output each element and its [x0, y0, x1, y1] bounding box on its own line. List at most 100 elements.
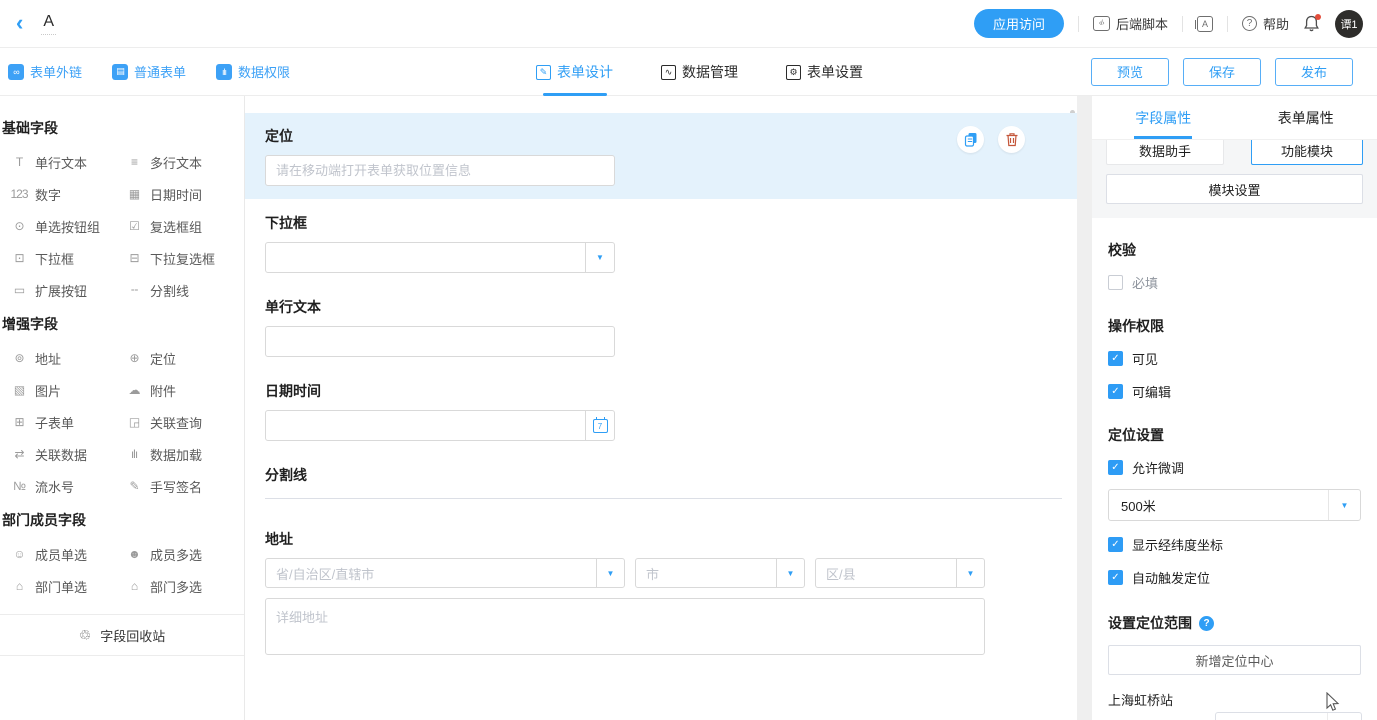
field-type-item[interactable]: № 流水号: [10, 470, 125, 502]
field-grid: ⊚ 地址 ⊕ 定位 ▧ 图片: [0, 342, 244, 502]
checkbox-icon[interactable]: [1108, 537, 1123, 552]
feature-icon: ∞: [8, 64, 24, 80]
field-label: 定位: [265, 126, 1057, 146]
field-type-item[interactable]: ☻ 成员多选: [125, 538, 240, 570]
field-type-item[interactable]: ⊟ 下拉复选框: [125, 242, 240, 274]
checkbox-icon[interactable]: [1108, 384, 1123, 399]
field-type-item[interactable]: ╌ 分割线: [125, 274, 240, 306]
range-select[interactable]: 500米 ▼: [1108, 489, 1361, 521]
action-button[interactable]: 预览: [1091, 58, 1169, 86]
address-detail-textarea[interactable]: [265, 598, 985, 655]
district-placeholder: 区/县: [816, 559, 956, 587]
field-type-item[interactable]: ⇄ 关联数据: [10, 438, 125, 470]
field-type-item[interactable]: ⌂ 部门单选: [10, 570, 125, 602]
function-module-button[interactable]: 功能模块: [1251, 140, 1363, 165]
section-title: 基础字段: [0, 110, 244, 146]
field-label: 地址: [265, 529, 1057, 549]
show-coords-checkbox-row[interactable]: 显示经纬度坐标: [1108, 535, 1361, 554]
field-recycle-bin[interactable]: ♲ 字段回收站: [0, 614, 244, 656]
district-select[interactable]: 区/县 ▼: [815, 558, 985, 588]
canvas-field-text[interactable]: 单行文本: [245, 287, 1077, 371]
panel-tab[interactable]: 字段属性: [1092, 96, 1235, 139]
field-type-item[interactable]: ▧ 图片: [10, 374, 125, 406]
field-type-item[interactable]: ⊡ 下拉框: [10, 242, 125, 274]
field-type-item[interactable]: ☁ 附件: [125, 374, 240, 406]
back-button[interactable]: ‹: [16, 13, 23, 33]
field-label: 分割线: [265, 465, 1057, 485]
field-type-item[interactable]: ▦ 日期时间: [125, 178, 240, 210]
app-access-button[interactable]: 应用访问: [974, 9, 1064, 38]
checkbox-icon[interactable]: [1108, 351, 1123, 366]
action-button[interactable]: 保存: [1183, 58, 1261, 86]
field-type-item[interactable]: T 单行文本: [10, 146, 125, 178]
copy-icon: [964, 132, 978, 147]
backend-script-button[interactable]: ‹/› 后端脚本: [1093, 14, 1168, 33]
address-book-icon[interactable]: A: [1197, 16, 1213, 32]
chevron-down-icon: ▼: [1328, 490, 1360, 520]
field-type-icon: ≡: [125, 155, 143, 169]
form-tab[interactable]: ∿ 数据管理: [661, 48, 738, 96]
canvas-field-select[interactable]: 下拉框 ▼: [245, 203, 1077, 287]
field-type-item[interactable]: ☑ 复选框组: [125, 210, 240, 242]
location-input[interactable]: [265, 155, 615, 186]
field-type-item[interactable]: ☺ 成员单选: [10, 538, 125, 570]
code-icon: ‹/›: [1093, 16, 1110, 31]
checkbox-icon[interactable]: [1108, 570, 1123, 585]
checkbox-icon[interactable]: [1108, 275, 1123, 290]
action-button[interactable]: 发布: [1275, 58, 1353, 86]
field-type-item[interactable]: ≡ 多行文本: [125, 146, 240, 178]
add-location-center-button[interactable]: 新增定位中心: [1108, 645, 1361, 675]
delete-field-button[interactable]: [998, 126, 1025, 153]
sidebar-section: 部门成员字段 ☺ 成员单选 ☻ 成员多选: [0, 502, 244, 602]
text-input[interactable]: [265, 326, 615, 357]
field-type-icon: ⊡: [10, 251, 28, 265]
avatar[interactable]: 谭1: [1335, 10, 1363, 38]
feature-link[interactable]: ∞ 表单外链: [8, 62, 82, 81]
data-assistant-button[interactable]: 数据助手: [1106, 140, 1224, 165]
divider: [1182, 16, 1183, 32]
canvas-field-address[interactable]: 地址 省/自治区/直辖市 ▼ 市 ▼ 区/县 ▼: [245, 519, 1077, 672]
copy-field-button[interactable]: [957, 126, 984, 153]
field-type-icon: ⊟: [125, 251, 143, 265]
visible-checkbox-row[interactable]: 可见: [1108, 349, 1361, 368]
canvas-field-location[interactable]: 定位: [245, 113, 1077, 199]
help-icon[interactable]: ?: [1199, 616, 1214, 631]
field-label: 下拉框: [265, 213, 1057, 233]
field-type-item[interactable]: ⌂ 部门多选: [125, 570, 240, 602]
sidebar-section: 增强字段 ⊚ 地址 ⊕ 定位: [0, 306, 244, 502]
feature-link[interactable]: ılı 数据权限: [216, 62, 290, 81]
module-settings-button[interactable]: 模块设置: [1106, 174, 1363, 204]
field-type-item[interactable]: ⊕ 定位: [125, 342, 240, 374]
datetime-picker[interactable]: 7: [265, 410, 615, 441]
feature-link[interactable]: ▤ 普通表单: [112, 62, 186, 81]
panel-tab[interactable]: 表单属性: [1235, 96, 1377, 139]
city-select[interactable]: 市 ▼: [635, 558, 805, 588]
help-button[interactable]: ? 帮助: [1242, 14, 1289, 33]
form-tab[interactable]: ⚙ 表单设置: [786, 48, 863, 96]
field-type-item[interactable]: ⊞ 子表单: [10, 406, 125, 438]
field-type-item[interactable]: ⊙ 单选按钮组: [10, 210, 125, 242]
auto-trigger-checkbox-row[interactable]: 自动触发定位: [1108, 568, 1361, 587]
province-select[interactable]: 省/自治区/直辖市 ▼: [265, 558, 625, 588]
field-type-icon: ▦: [125, 187, 143, 201]
field-type-item[interactable]: ılı 数据加载: [125, 438, 240, 470]
canvas-field-divider[interactable]: 分割线: [245, 455, 1077, 513]
canvas-field-datetime[interactable]: 日期时间 7: [245, 371, 1077, 455]
app-title[interactable]: A: [41, 13, 56, 35]
field-type-item[interactable]: 123 数字: [10, 178, 125, 210]
fine-tune-checkbox-row[interactable]: 允许微调: [1108, 458, 1361, 477]
field-type-icon: ⊚: [10, 351, 28, 365]
form-tab[interactable]: ✎ 表单设计: [536, 48, 613, 96]
field-type-icon: ⌂: [125, 579, 143, 593]
layout-select-partial[interactable]: [1215, 712, 1362, 720]
checkbox-icon[interactable]: [1108, 460, 1123, 475]
question-icon: ?: [1242, 16, 1257, 31]
required-checkbox-row[interactable]: 必填: [1108, 273, 1361, 292]
field-type-item[interactable]: ⊚ 地址: [10, 342, 125, 374]
editable-checkbox-row[interactable]: 可编辑: [1108, 382, 1361, 401]
field-type-item[interactable]: ▭ 扩展按钮: [10, 274, 125, 306]
field-type-item[interactable]: ◲ 关联查询: [125, 406, 240, 438]
select-dropdown[interactable]: ▼: [265, 242, 615, 273]
field-type-item[interactable]: ✎ 手写签名: [125, 470, 240, 502]
notification-bell-icon[interactable]: [1303, 14, 1321, 34]
